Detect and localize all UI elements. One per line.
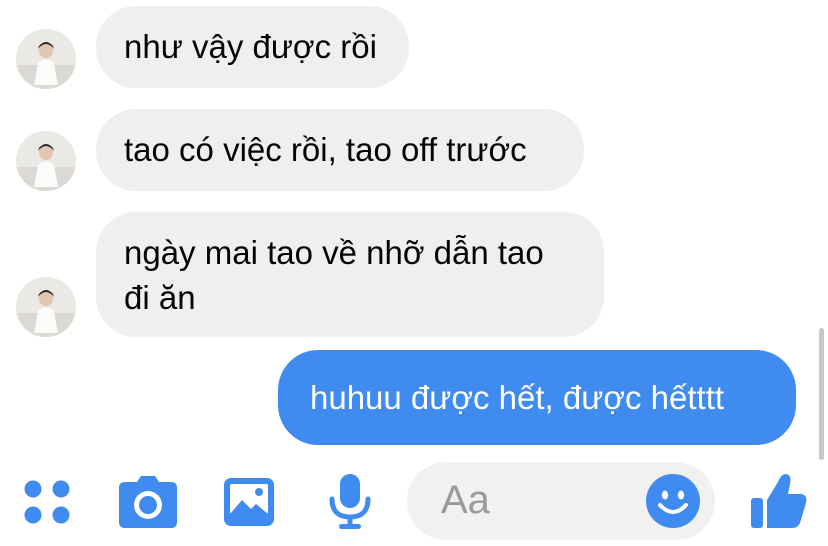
contact-avatar[interactable] [16, 131, 76, 191]
thumbs-up-icon[interactable] [748, 470, 808, 530]
apps-icon[interactable] [22, 478, 74, 528]
message-input[interactable] [441, 478, 641, 522]
message-bubble-incoming[interactable]: tao có việc rồi, tao off trước [96, 109, 584, 191]
message-bubble-incoming[interactable]: như vậy được rồi [96, 6, 409, 88]
message-composer [407, 462, 715, 540]
camera-icon[interactable] [117, 474, 179, 530]
contact-avatar[interactable] [16, 277, 76, 337]
message-bubble-outgoing[interactable]: huhuu được hết, được hếtttt [278, 350, 796, 445]
gallery-icon[interactable] [222, 476, 276, 528]
emoji-icon[interactable] [645, 473, 701, 529]
message-bubble-incoming[interactable]: ngày mai tao về nhỡ dẫn tao đi ăn [96, 212, 604, 337]
scrollbar[interactable] [819, 328, 824, 460]
contact-avatar[interactable] [16, 29, 76, 89]
microphone-icon[interactable] [327, 472, 373, 530]
